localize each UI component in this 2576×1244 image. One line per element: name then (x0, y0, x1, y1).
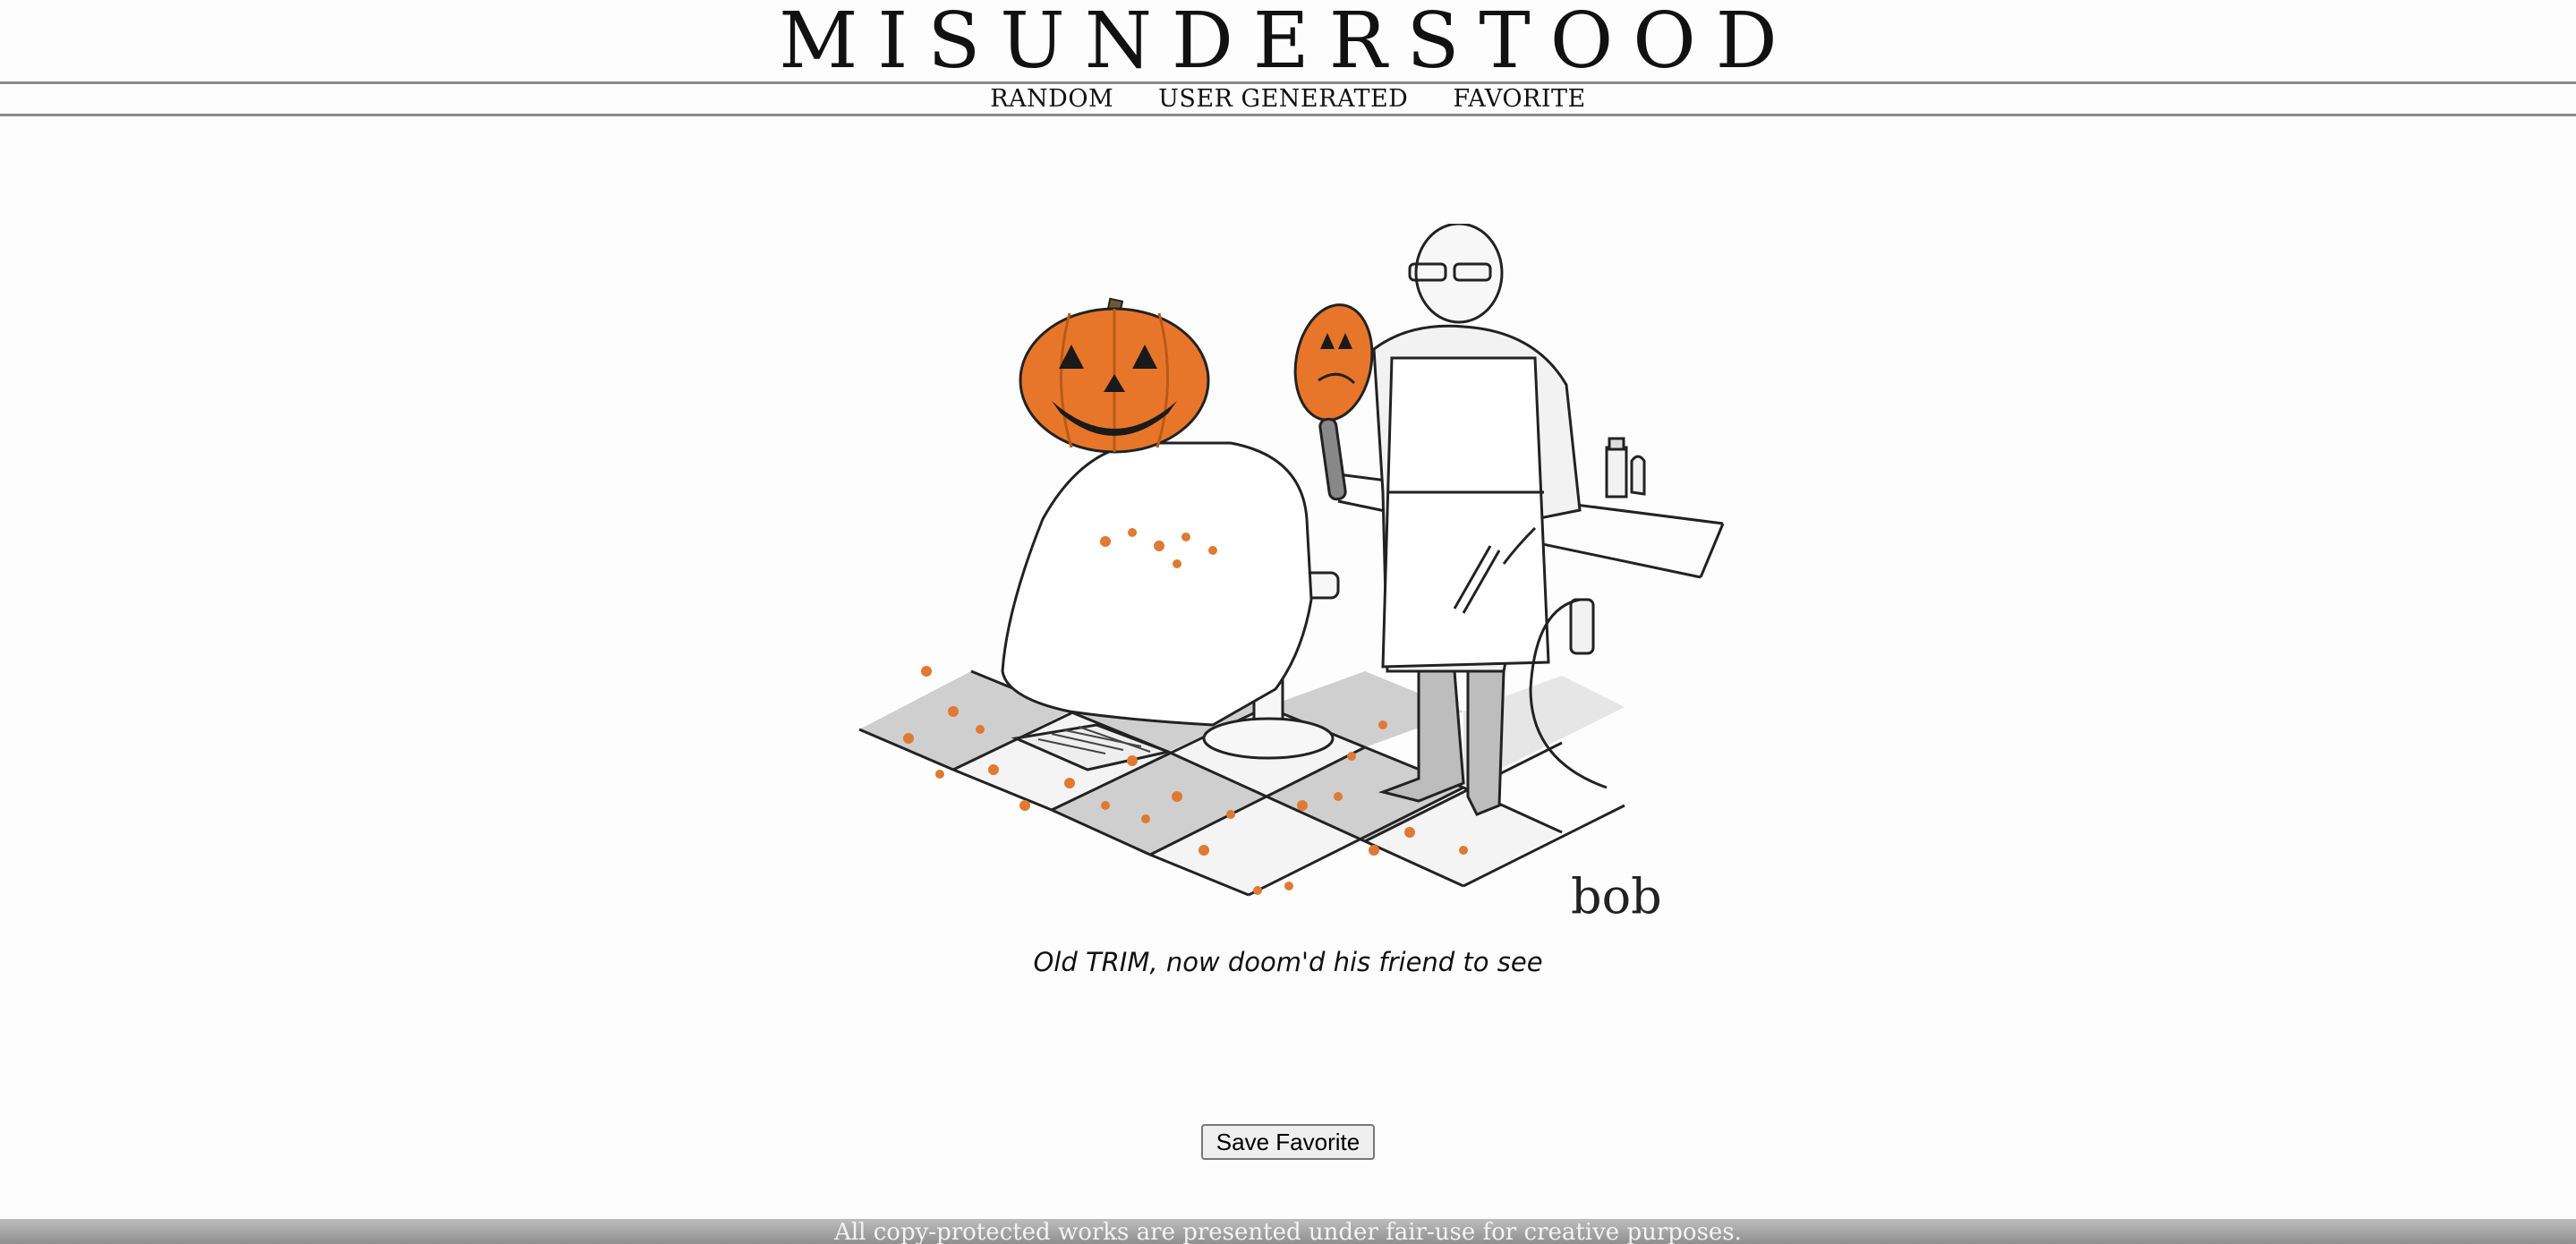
page: MISUNDERSTOOD RANDOM USER GENERATED FAVO… (0, 0, 2576, 1244)
artist-signature: bob (1571, 868, 1662, 924)
footer-disclaimer: All copy-protected works are presented u… (0, 1219, 2576, 1244)
nav-user-generated-link[interactable]: USER GENERATED (1158, 84, 1408, 114)
cartoon-image: bob (858, 224, 1725, 924)
nav-favorite-link[interactable]: FAVORITE (1453, 84, 1585, 114)
site-title: MISUNDERSTOOD (779, 0, 1797, 86)
header-divider-bottom (0, 114, 2576, 116)
nav-random-link[interactable]: RANDOM (990, 84, 1113, 114)
cartoon-caption: Old TRIM, now doom'd his friend to see (1033, 947, 1543, 977)
hand-mirror (1293, 303, 1374, 501)
pumpkin-head (1019, 297, 1210, 454)
barber-cape (1001, 441, 1313, 727)
save-favorite-button[interactable]: Save Favorite (1201, 1124, 1375, 1160)
main-nav: RANDOM USER GENERATED FAVORITE (0, 84, 2576, 114)
